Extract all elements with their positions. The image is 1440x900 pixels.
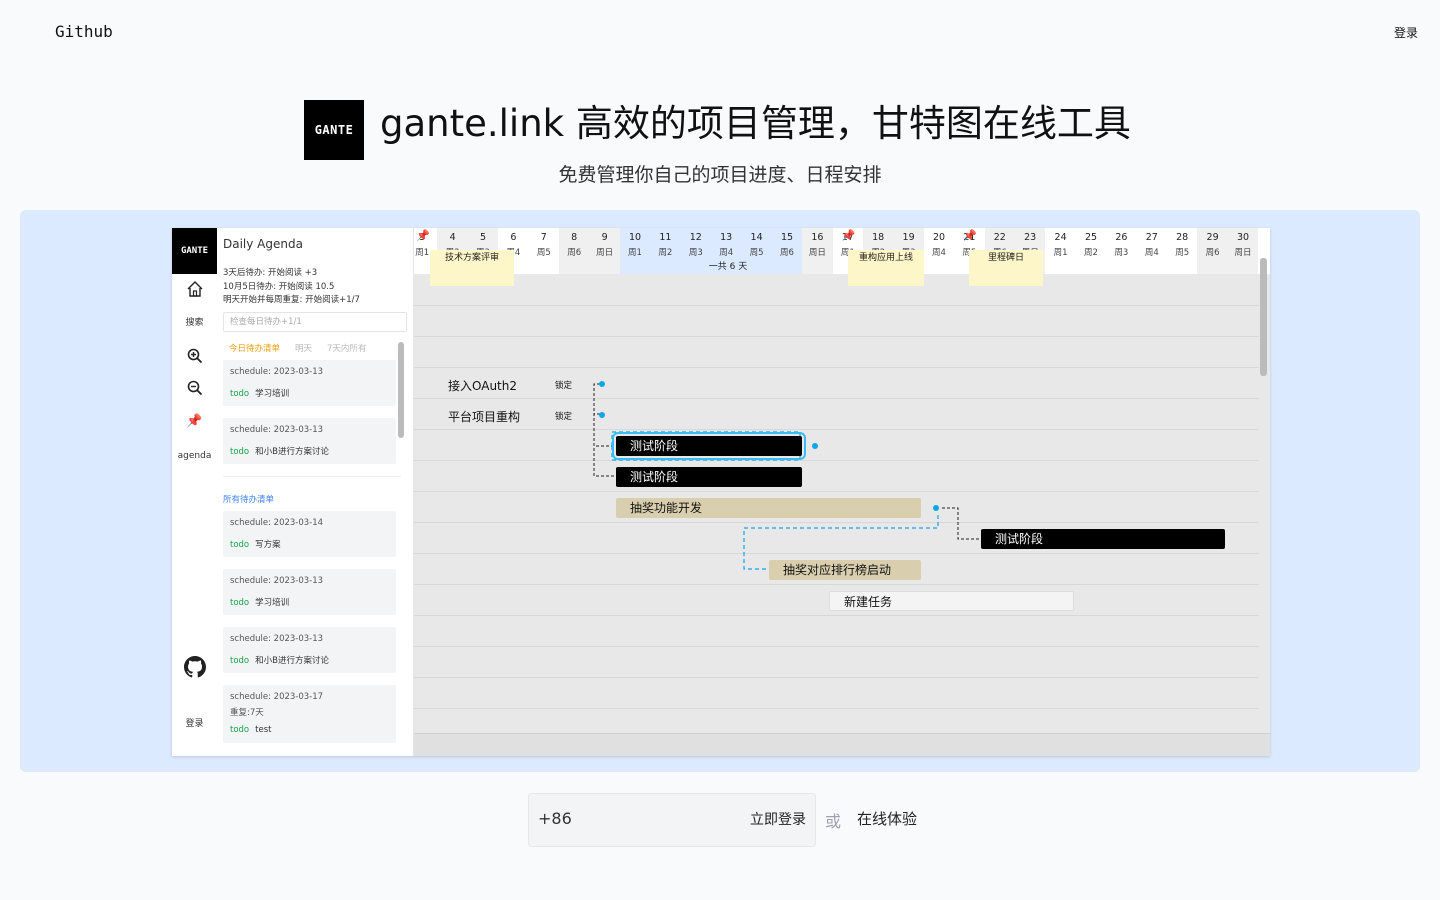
agenda-card[interactable]: schedule: 2023-03-13 todo 和小B进行方案讨论 — [223, 627, 396, 673]
todo-text: 写方案 — [255, 540, 281, 550]
all-todos-label[interactable]: 所有待办清单 — [223, 493, 274, 505]
task-bar[interactable]: 测试阶段 — [616, 467, 802, 487]
todo-text: test — [255, 725, 272, 735]
task-bar[interactable]: 测试阶段 — [981, 529, 1225, 549]
task-bar-selected[interactable]: 测试阶段 — [612, 432, 806, 460]
card-todo: todo 和小B进行方案讨论 — [230, 445, 329, 457]
zoom-out-icon[interactable] — [172, 380, 217, 400]
card-repeat: 重复:7天 — [230, 708, 264, 718]
task-bar[interactable]: 新建任务 — [829, 591, 1074, 611]
phone-login-form: +86 立即登录 — [528, 793, 816, 847]
app-logo: GANTE — [172, 228, 217, 274]
brand-logo: GANTE — [304, 100, 364, 160]
card-todo: todo 学习培训 — [230, 387, 289, 399]
app-sidebar-nav: GANTE 搜索 📌 agenda 登录 — [172, 228, 218, 756]
todo-text: 学习培训 — [255, 389, 290, 399]
card-schedule: schedule: 2023-03-13 — [230, 634, 324, 644]
card-schedule: schedule: 2023-03-13 — [230, 425, 324, 435]
card-schedule: schedule: 2023-03-13 — [230, 367, 324, 377]
country-code[interactable]: +86 — [538, 809, 572, 828]
agenda-title: Daily Agenda — [223, 237, 303, 251]
dependency-link — [942, 507, 979, 540]
tab-today[interactable]: 今日待办清单 — [229, 342, 280, 354]
link-handle[interactable] — [933, 505, 939, 511]
card-schedule: schedule: 2023-03-17 — [230, 692, 324, 702]
pin-icon[interactable]: 📌 — [172, 414, 217, 429]
card-todo: todo 学习培训 — [230, 596, 289, 608]
page-title: gante.link 高效的项目管理，甘特图在线工具 — [380, 102, 1131, 145]
card-todo: todo test — [230, 725, 271, 735]
page-subtitle: 免费管理你自己的项目进度、日程安排 — [558, 164, 882, 186]
task-bar[interactable]: 抽奖对应排行榜启动 — [769, 560, 921, 580]
todo-tag: todo — [230, 598, 250, 608]
github-icon[interactable] — [172, 656, 217, 682]
tab-tomorrow[interactable]: 明天 — [295, 342, 312, 354]
task-bar[interactable]: 抽奖功能开发 — [616, 498, 921, 518]
login-link[interactable]: 登录 — [1394, 24, 1418, 41]
agenda-card[interactable]: schedule: 2023-03-13 todo 学习培训 — [223, 360, 396, 406]
agenda-input[interactable]: 检查每日待办+1/1 — [223, 312, 407, 332]
try-online-button[interactable]: 在线体验 — [857, 808, 917, 829]
agenda-scrollbar[interactable] — [398, 342, 404, 438]
agenda-card[interactable]: schedule: 2023-03-13 todo 学习培训 — [223, 569, 396, 615]
agenda-note: 3天后待办: 开始阅读 +3 — [223, 268, 318, 278]
todo-tag: todo — [230, 447, 250, 457]
daily-agenda-panel: Daily Agenda 3天后待办: 开始阅读 +3 10月5日待办: 开始阅… — [217, 228, 414, 756]
tab-week[interactable]: 7天内所有 — [327, 342, 366, 354]
gantt-chart: 3周14周25周36周47周58周69周日10周111周212周313周414周… — [414, 228, 1270, 756]
nav-agenda-label[interactable]: agenda — [172, 451, 217, 461]
lock-toggle[interactable]: 锁定 — [555, 410, 572, 422]
app-preview-window: GANTE 搜索 📌 agenda 登录 Daily Agenda 3天后待办:… — [172, 228, 1270, 756]
link-handle[interactable] — [812, 443, 818, 449]
agenda-card[interactable]: schedule: 2023-03-13 todo 和小B进行方案讨论 — [223, 418, 396, 464]
link-handle[interactable] — [599, 381, 605, 387]
home-icon[interactable] — [172, 280, 217, 302]
agenda-note: 10月5日待办: 开始阅读 10.5 — [223, 282, 335, 292]
todo-text: 和小B进行方案讨论 — [255, 447, 329, 457]
login-now-button[interactable]: 立即登录 — [750, 809, 806, 829]
lock-toggle[interactable]: 锁定 — [555, 379, 572, 391]
gantt-horizontal-scrollbar[interactable] — [414, 733, 1270, 756]
phone-input[interactable] — [577, 795, 732, 845]
card-schedule: schedule: 2023-03-14 — [230, 518, 324, 528]
card-todo: todo 和小B进行方案讨论 — [230, 654, 329, 666]
gantt-vertical-scrollbar[interactable] — [1260, 258, 1267, 376]
todo-tag: todo — [230, 725, 250, 735]
todo-text: 和小B进行方案讨论 — [255, 656, 329, 666]
dependency-link — [593, 413, 614, 477]
link-handle[interactable] — [599, 412, 605, 418]
nav-login-label[interactable]: 登录 — [172, 716, 217, 729]
card-todo: todo 写方案 — [230, 538, 281, 550]
divider — [223, 476, 401, 477]
agenda-note: 明天开始并每周重复: 开始阅读+1/7 — [223, 295, 360, 305]
agenda-card[interactable]: schedule: 2023-03-14 todo 写方案 — [223, 511, 396, 557]
card-schedule: schedule: 2023-03-13 — [230, 576, 324, 586]
or-separator: 或 — [825, 812, 842, 831]
github-link[interactable]: Github — [55, 22, 113, 41]
todo-tag: todo — [230, 540, 250, 550]
todo-tag: todo — [230, 656, 250, 666]
dependency-links — [593, 383, 979, 570]
zoom-in-icon[interactable] — [172, 348, 217, 368]
todo-text: 学习培训 — [255, 598, 290, 608]
todo-tag: todo — [230, 389, 250, 399]
task-row-label[interactable]: 平台项目重构 — [448, 408, 520, 425]
task-row-label[interactable]: 接入OAuth2 — [448, 377, 517, 394]
nav-search-label[interactable]: 搜索 — [172, 315, 217, 328]
agenda-card[interactable]: schedule: 2023-03-17 重复:7天 todo test — [223, 685, 396, 743]
